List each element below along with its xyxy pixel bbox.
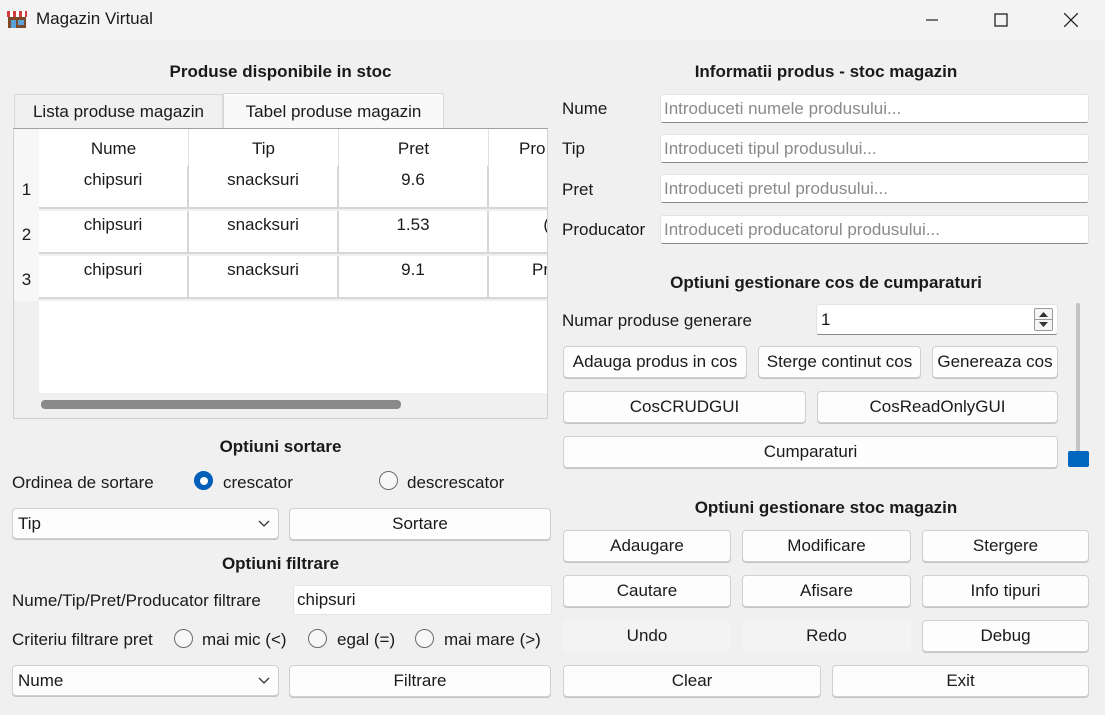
filter-input[interactable]: chipsuri xyxy=(293,585,552,615)
filter-field-label: Nume/Tip/Pret/Producator filtrare xyxy=(12,591,261,610)
field-label-nume: Nume xyxy=(562,99,608,118)
table-cell[interactable]: 1.53 xyxy=(339,211,489,254)
column-header-pret[interactable]: Pret xyxy=(339,129,489,166)
cumparaturi-button[interactable]: Cumparaturi xyxy=(563,436,1058,468)
filter-button[interactable]: Filtrare xyxy=(289,665,551,697)
filter-heading: Optiuni filtrare xyxy=(221,554,340,573)
cart-heading: Optiuni gestionare cos de cumparaturi xyxy=(670,273,982,292)
radio-egal-label[interactable]: egal (=) xyxy=(337,630,395,650)
filter-field-select[interactable]: Nume xyxy=(12,665,279,696)
clear-button[interactable]: Clear xyxy=(563,665,821,697)
table-cell[interactable]: 9.6 xyxy=(339,166,489,209)
row-index[interactable]: 3 xyxy=(14,256,39,301)
table-cell[interactable]: chipsuri xyxy=(39,166,189,209)
clear-cart-button[interactable]: Sterge continut cos xyxy=(758,346,921,378)
tip-input-placeholder: Introduceti tipul produsului... xyxy=(664,138,877,158)
minimize-button[interactable] xyxy=(897,0,967,40)
table-empty-area xyxy=(39,301,547,393)
column-header-producator[interactable]: Pro xyxy=(489,129,547,166)
radio-mai-mic-label[interactable]: mai mic (<) xyxy=(202,630,287,650)
products-table[interactable]: Nume Tip Pret Pro 1 chipsuri snacksuri 9… xyxy=(13,128,548,419)
spinbox-arrows[interactable] xyxy=(1034,308,1053,331)
undo-button[interactable]: Undo xyxy=(563,620,731,652)
adaugare-button[interactable]: Adaugare xyxy=(563,530,731,562)
field-label-tip: Tip xyxy=(562,139,585,158)
radio-mai-mic[interactable] xyxy=(174,629,193,648)
column-header-nume[interactable]: Nume xyxy=(39,129,189,166)
tab-lista-produse[interactable]: Lista produse magazin xyxy=(14,94,223,128)
price-criteria-label: Criteriu filtrare pret xyxy=(12,630,153,649)
row-index[interactable]: 1 xyxy=(14,166,39,211)
column-header-tip[interactable]: Tip xyxy=(189,129,339,166)
radio-crescator[interactable] xyxy=(194,471,213,490)
chevron-down-icon xyxy=(258,520,270,527)
pret-input[interactable]: Introduceti pretul produsului... xyxy=(660,174,1089,203)
gen-count-label: Numar produse generare xyxy=(562,311,752,330)
row-header-empty xyxy=(14,301,39,393)
radio-mai-mare[interactable] xyxy=(415,629,434,648)
table-cell[interactable]: chipsuri xyxy=(39,211,189,254)
info-heading: Informatii produs - stoc magazin xyxy=(694,62,958,81)
sort-heading: Optiuni sortare xyxy=(219,437,342,456)
generate-cart-button[interactable]: Genereaza cos xyxy=(932,346,1058,378)
row-index[interactable]: 2 xyxy=(14,211,39,256)
info-tipuri-button[interactable]: Info tipuri xyxy=(922,575,1089,607)
field-label-producator: Producator xyxy=(562,220,646,239)
pret-input-placeholder: Introduceti pretul produsului... xyxy=(664,178,888,198)
nume-input-placeholder: Introduceti numele produsului... xyxy=(664,98,902,118)
radio-crescator-label[interactable]: crescator xyxy=(223,473,293,493)
sort-field-value: Tip xyxy=(18,513,41,533)
table-cell[interactable]: snacksuri xyxy=(189,211,339,254)
filter-field-select-value: Nume xyxy=(18,670,64,690)
sort-button[interactable]: Sortare xyxy=(289,508,551,540)
radio-descrescator-label[interactable]: descrescator xyxy=(407,473,504,493)
table-corner xyxy=(14,129,39,166)
chevron-down-icon xyxy=(258,677,270,684)
horizontal-scrollbar-thumb[interactable] xyxy=(41,400,401,409)
maximize-button[interactable] xyxy=(966,0,1036,40)
debug-button[interactable]: Debug xyxy=(922,620,1089,652)
stock-heading: Produse disponibile in stoc xyxy=(169,62,392,81)
radio-egal[interactable] xyxy=(308,629,327,648)
table-cell[interactable]: chipsuri xyxy=(39,256,189,299)
sort-field-select[interactable]: Tip xyxy=(12,508,279,539)
filter-input-value: chipsuri xyxy=(297,590,356,609)
cautare-button[interactable]: Cautare xyxy=(563,575,731,607)
add-to-cart-button[interactable]: Adauga produs in cos xyxy=(563,346,747,378)
table-cell[interactable]: 9.1 xyxy=(339,256,489,299)
modificare-button[interactable]: Modificare xyxy=(742,530,911,562)
cos-crud-gui-button[interactable]: CosCRUDGUI xyxy=(563,391,806,423)
table-cell[interactable]: Pr xyxy=(489,256,547,299)
table-cell[interactable]: snacksuri xyxy=(189,256,339,299)
tab-tabel-produse[interactable]: Tabel produse magazin xyxy=(223,93,444,129)
close-button[interactable] xyxy=(1036,0,1105,40)
window-title: Magazin Virtual xyxy=(36,9,153,28)
radio-mai-mare-label[interactable]: mai mare (>) xyxy=(444,630,541,650)
nume-input[interactable]: Introduceti numele produsului... xyxy=(660,94,1089,123)
vertical-slider-track[interactable] xyxy=(1076,303,1080,463)
cos-readonly-gui-button[interactable]: CosReadOnlyGUI xyxy=(817,391,1058,423)
tip-input[interactable]: Introduceti tipul produsului... xyxy=(660,134,1089,163)
table-cell[interactable] xyxy=(489,166,547,209)
producator-input-placeholder: Introduceti producatorul produsului... xyxy=(664,219,940,239)
gen-count-spinbox[interactable]: 1 xyxy=(816,304,1058,335)
redo-button[interactable]: Redo xyxy=(742,620,911,652)
vertical-slider-handle[interactable] xyxy=(1068,451,1089,467)
exit-button[interactable]: Exit xyxy=(832,665,1089,697)
afisare-button[interactable]: Afisare xyxy=(742,575,911,607)
producator-input[interactable]: Introduceti producatorul produsului... xyxy=(660,215,1089,244)
store-icon xyxy=(6,8,28,30)
radio-descrescator[interactable] xyxy=(379,471,398,490)
spin-arrows-icon xyxy=(1035,312,1052,327)
stergere-button[interactable]: Stergere xyxy=(922,530,1089,562)
stock-options-heading: Optiuni gestionare stoc magazin xyxy=(694,498,958,517)
field-label-pret: Pret xyxy=(562,180,594,199)
gen-count-value: 1 xyxy=(821,309,831,329)
table-cell[interactable]: ( xyxy=(489,211,547,254)
sort-order-label: Ordinea de sortare xyxy=(12,473,154,492)
table-cell[interactable]: snacksuri xyxy=(189,166,339,209)
